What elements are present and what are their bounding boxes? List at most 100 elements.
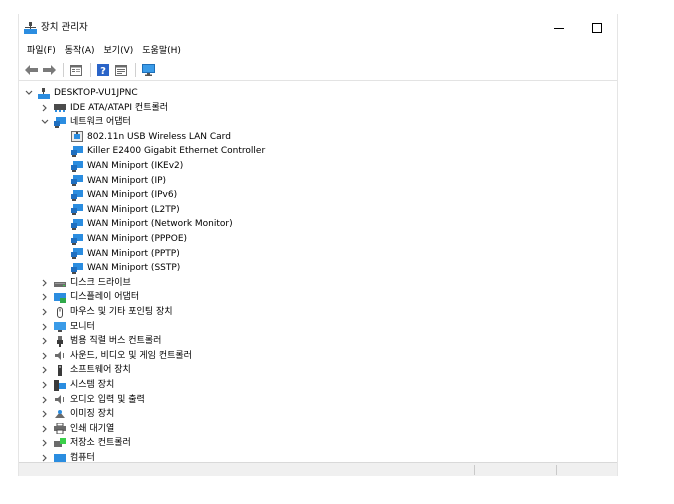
tree-device-item[interactable]: WAN Miniport (IP)	[71, 174, 166, 188]
tree-category-monitor[interactable]: 모니터	[41, 320, 95, 334]
monitor-icon	[141, 64, 155, 76]
maximize-button[interactable]	[579, 14, 615, 42]
software-device-icon	[58, 364, 62, 376]
menu-help[interactable]: 도움말(H)	[138, 44, 186, 58]
chevron-right-icon[interactable]	[41, 104, 49, 112]
status-divider	[474, 465, 475, 475]
tree-device-item[interactable]: WAN Miniport (IPv6)	[71, 188, 177, 202]
network-adapter-icon	[71, 233, 83, 245]
tree-device-item[interactable]: 802.11n USB Wireless LAN Card	[71, 130, 231, 144]
chevron-right-icon[interactable]	[41, 323, 49, 331]
chevron-down-icon[interactable]	[41, 118, 49, 126]
forward-button[interactable]	[41, 62, 57, 78]
tree-category-label: 저장소 컨트롤러	[70, 438, 131, 449]
tree-category-audio-io[interactable]: 오디오 입력 및 출력	[41, 393, 145, 407]
usb-icon	[57, 335, 63, 347]
chevron-right-icon[interactable]	[41, 410, 49, 418]
tree-category-label: 컴퓨터	[70, 453, 95, 462]
chevron-right-icon[interactable]	[41, 337, 49, 345]
view-button[interactable]	[113, 62, 129, 78]
back-button[interactable]	[23, 62, 39, 78]
help-button[interactable]: ?	[95, 62, 111, 78]
tree-category-storage[interactable]: 저장소 컨트롤러	[41, 436, 131, 450]
chevron-right-icon[interactable]	[41, 279, 49, 287]
status-bar	[19, 462, 617, 476]
chevron-right-icon[interactable]	[41, 293, 49, 301]
properties-button[interactable]	[68, 62, 84, 78]
tree-category-software[interactable]: 소프트웨어 장치	[41, 363, 131, 377]
window-title: 장치 관리자	[41, 22, 88, 33]
tree-root[interactable]: DESKTOP-VU1JPNC	[25, 86, 138, 100]
menu-bar: 파일(F) 동작(A) 보기(V) 도움말(H)	[19, 42, 617, 59]
tree-device-item[interactable]: WAN Miniport (IKEv2)	[71, 159, 183, 173]
device-manager-icon	[24, 22, 37, 34]
network-adapter-icon	[71, 248, 83, 260]
menu-action[interactable]: 동작(A)	[61, 44, 100, 58]
chevron-right-icon[interactable]	[41, 308, 49, 316]
tree-category-computer[interactable]: 컴퓨터	[41, 451, 95, 462]
chevron-right-icon[interactable]	[41, 366, 49, 374]
help-icon: ?	[97, 64, 109, 76]
tree-device-item[interactable]: WAN Miniport (SSTP)	[71, 261, 180, 275]
tree-device-label: WAN Miniport (SSTP)	[87, 263, 181, 274]
tree-category-mouse[interactable]: 마우스 및 기타 포인팅 장치	[41, 305, 173, 319]
display-adapter-icon	[54, 292, 66, 303]
tree-category-label: 모니터	[70, 321, 95, 332]
chevron-right-icon[interactable]	[41, 352, 49, 360]
mouse-icon	[57, 306, 63, 318]
tree-category-label: 사운드, 비디오 및 게임 컨트롤러	[70, 350, 192, 361]
chevron-down-icon[interactable]	[25, 89, 33, 97]
disk-drive-icon	[54, 282, 66, 288]
view-icon	[115, 64, 127, 76]
menu-view[interactable]: 보기(V)	[100, 44, 139, 58]
tree-category-label: 인쇄 대기열	[70, 423, 115, 434]
camera-icon	[55, 409, 65, 418]
tree-category-label: 소프트웨어 장치	[70, 365, 131, 376]
toolbar-separator	[63, 63, 64, 77]
chevron-right-icon[interactable]	[41, 381, 49, 389]
tree-category-label: 디스플레이 어댑터	[70, 292, 140, 303]
system-device-icon	[54, 379, 66, 391]
properties-icon	[70, 64, 82, 76]
network-adapter-icon	[71, 160, 83, 172]
tree-category-print-queue[interactable]: 인쇄 대기열	[41, 422, 114, 436]
title-bar[interactable]: 장치 관리자	[19, 14, 617, 42]
ide-controller-icon	[54, 104, 66, 113]
tree-category-disk[interactable]: 디스크 드라이브	[41, 276, 131, 290]
chevron-right-icon[interactable]	[41, 425, 49, 433]
tree-category-network[interactable]: 네트워크 어댑터	[41, 115, 131, 129]
scan-hardware-button[interactable]	[140, 62, 156, 78]
printer-icon	[54, 423, 66, 435]
status-divider	[556, 465, 557, 475]
network-adapter-icon	[71, 145, 83, 157]
tree-category-imaging[interactable]: 이미징 장치	[41, 407, 114, 421]
tree-device-label: WAN Miniport (IPv6)	[87, 190, 178, 201]
tree-device-label: WAN Miniport (Network Monitor)	[87, 219, 233, 230]
tree-device-label: WAN Miniport (PPPOE)	[87, 234, 188, 244]
tree-category-system[interactable]: 시스템 장치	[41, 378, 114, 392]
device-tree[interactable]: DESKTOP-VU1JPNC IDE ATA/ATAPI 컨트롤러 네트워크 …	[19, 84, 617, 462]
tree-category-ide[interactable]: IDE ATA/ATAPI 컨트롤러	[41, 101, 168, 115]
tree-category-usb[interactable]: 범용 직렬 버스 컨트롤러	[41, 334, 161, 348]
menu-file[interactable]: 파일(F)	[23, 44, 61, 58]
tree-category-sound[interactable]: 사운드, 비디오 및 게임 컨트롤러	[41, 349, 192, 363]
chevron-right-icon[interactable]	[41, 454, 49, 462]
network-adapter-icon	[71, 218, 83, 230]
tree-device-item[interactable]: WAN Miniport (Network Monitor)	[71, 217, 233, 231]
device-manager-window: 장치 관리자 파일(F) 동작(A) 보기(V) 도움말(H) ? DESKTO…	[18, 14, 618, 476]
tree-category-display[interactable]: 디스플레이 어댑터	[41, 290, 139, 304]
network-adapter-icon	[71, 204, 83, 216]
tree-device-item[interactable]: WAN Miniport (PPPOE)	[71, 232, 187, 246]
computer-root-icon	[38, 87, 50, 99]
chevron-right-icon[interactable]	[41, 439, 49, 447]
tree-category-label: 오디오 입력 및 출력	[70, 394, 145, 405]
tree-category-label: IDE ATA/ATAPI 컨트롤러	[70, 102, 169, 113]
minimize-button[interactable]	[541, 14, 577, 42]
tree-device-label: WAN Miniport (IKEv2)	[87, 161, 184, 171]
tree-root-label: DESKTOP-VU1JPNC	[54, 88, 138, 98]
tree-device-item[interactable]: WAN Miniport (PPTP)	[71, 247, 180, 261]
tree-device-item[interactable]: WAN Miniport (L2TP)	[71, 203, 180, 217]
tree-device-item[interactable]: Killer E2400 Gigabit Ethernet Controller	[71, 144, 265, 158]
chevron-right-icon[interactable]	[41, 396, 49, 404]
network-adapter-icon	[71, 262, 83, 274]
